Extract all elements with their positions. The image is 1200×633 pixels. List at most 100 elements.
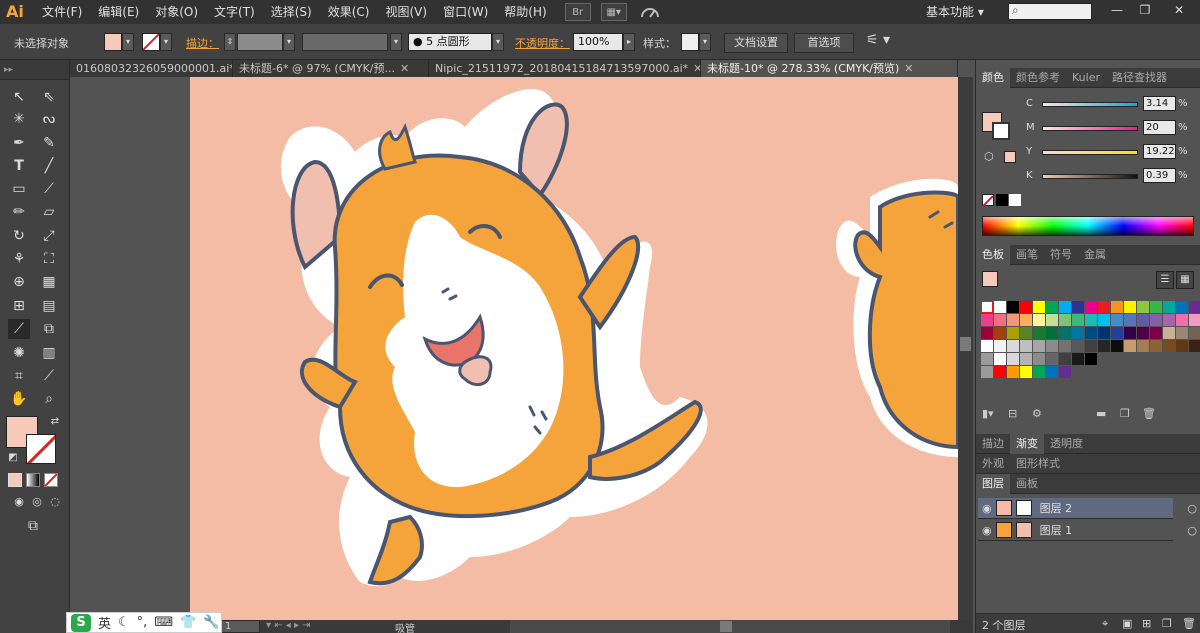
swatch-cell[interactable] (1176, 366, 1188, 378)
swatch-cell[interactable] (1137, 353, 1149, 365)
swatch-cell[interactable] (1189, 340, 1200, 352)
swatch-cell[interactable] (1007, 327, 1019, 339)
swatch-cell[interactable] (1072, 314, 1084, 326)
stroke-weight-dropdown[interactable]: ▾ (283, 33, 295, 51)
swatch-cell[interactable] (1189, 366, 1200, 378)
symbol-sprayer-tool-icon[interactable]: ✺ (8, 343, 30, 363)
swatch-cell[interactable] (1111, 327, 1123, 339)
scale-tool-icon[interactable]: ⤢ (38, 226, 60, 246)
swatch-cell[interactable] (1163, 353, 1175, 365)
swatch-cell[interactable] (1124, 366, 1136, 378)
swatch-options-icon[interactable]: ⚙ (1032, 407, 1042, 420)
swatch-cell[interactable] (1137, 340, 1149, 352)
visibility-eye-icon[interactable]: ◉ (982, 502, 992, 515)
tab-document-3[interactable]: Nipic_21511972_20180415184713597000.ai* ✕ (429, 60, 701, 77)
locate-object-icon[interactable]: ⌖ (1102, 617, 1108, 631)
canvas[interactable] (70, 77, 958, 620)
swatch-grid[interactable] (981, 301, 1200, 378)
artboard-tool-icon[interactable]: ⌗ (8, 366, 30, 386)
panel-stroke-swatch[interactable] (992, 122, 1010, 140)
tab-color-guide[interactable]: 颜色参考 (1010, 68, 1066, 88)
y-value-field[interactable]: 19.22 (1143, 144, 1176, 159)
swatch-cell[interactable] (1085, 340, 1097, 352)
swatch-cell[interactable] (1150, 340, 1162, 352)
list-view-icon[interactable]: ☰ (1156, 271, 1174, 289)
color-spectrum[interactable] (982, 216, 1194, 236)
tab-gradient[interactable]: 渐变 (1010, 433, 1044, 454)
tab-appearance[interactable]: 外观 (976, 454, 1010, 474)
brush-dropdown[interactable]: ▾ (492, 33, 504, 51)
new-group-icon[interactable]: ▬ (1096, 407, 1106, 420)
swatch-cell[interactable] (1124, 327, 1136, 339)
paintbrush-tool-icon[interactable]: ⟋ (38, 179, 60, 199)
tools-icon[interactable]: 🔧 (203, 615, 219, 630)
tab-color[interactable]: 颜色 (976, 67, 1010, 88)
tab-document-1[interactable]: 01608032326059000001.ai*✕ (70, 60, 233, 77)
k-slider[interactable] (1042, 174, 1138, 179)
menu-edit[interactable]: 编辑(E) (90, 0, 147, 24)
new-swatch-icon[interactable]: ❐ (1120, 407, 1130, 420)
swatch-cell[interactable] (1059, 366, 1071, 378)
swatch-cell[interactable] (1176, 327, 1188, 339)
tab-transparency[interactable]: 透明度 (1044, 434, 1089, 454)
menu-file[interactable]: 文件(F) (34, 0, 90, 24)
c-value-field[interactable]: 3.14 (1143, 96, 1176, 111)
swatch-group-folder-icon[interactable] (981, 366, 993, 378)
swatch-cell[interactable] (1046, 314, 1058, 326)
isolate-icon[interactable]: ⚟ ▾ (866, 32, 890, 48)
swatch-cell[interactable] (1150, 366, 1162, 378)
swatch-cell[interactable] (1020, 366, 1032, 378)
graphic-style-swatch[interactable] (681, 33, 699, 51)
m-value-field[interactable]: 20 (1143, 120, 1176, 135)
swatch-cell[interactable] (1007, 301, 1019, 313)
free-transform-tool-icon[interactable]: ⛶ (38, 249, 60, 269)
tools-grip[interactable]: ▸▸ (0, 60, 69, 80)
swatch-cell[interactable] (1124, 314, 1136, 326)
swatch-cell[interactable] (1111, 353, 1123, 365)
tab-artboards[interactable]: 画板 (1010, 474, 1044, 494)
swatch-cell[interactable] (1098, 340, 1110, 352)
swatch-cell[interactable] (1098, 314, 1110, 326)
gradient-tool-icon[interactable]: ▤ (38, 296, 60, 316)
ime-toolbar[interactable]: S 英 ☾ °, ⌨ 👕 🔧 (66, 612, 222, 633)
tab-graphic-styles[interactable]: 图形样式 (1010, 454, 1066, 474)
swatch-cell[interactable] (1124, 301, 1136, 313)
search-input[interactable]: ⌕ (1008, 3, 1092, 20)
swatch-cell[interactable] (1059, 340, 1071, 352)
swatch-cell[interactable] (1046, 340, 1058, 352)
color-mode-icon[interactable] (8, 473, 22, 487)
type-tool-icon[interactable]: T (8, 156, 30, 176)
swatch-cell[interactable] (1176, 353, 1188, 365)
k-value-field[interactable]: 0.39 (1143, 168, 1176, 183)
swatch-library-icon[interactable]: ▮▾ (982, 407, 994, 420)
target-icon[interactable]: ○ (1187, 502, 1197, 515)
swatch-kind-icon[interactable]: ⊟ (1008, 407, 1017, 420)
swatch-cell[interactable] (1020, 340, 1032, 352)
black-swatch[interactable] (996, 194, 1008, 206)
visibility-eye-icon[interactable]: ◉ (982, 524, 992, 537)
magic-wand-tool-icon[interactable]: ✳ (8, 109, 30, 129)
swatch-cell[interactable] (1020, 353, 1032, 365)
column-graph-tool-icon[interactable]: ▥ (38, 343, 60, 363)
swatch-cell[interactable] (1085, 301, 1097, 313)
selection-tool-icon[interactable]: ↖ (8, 87, 30, 107)
swatch-cell[interactable] (1046, 301, 1058, 313)
swatch-cell[interactable] (994, 327, 1006, 339)
horizontal-scrollbar[interactable] (510, 620, 950, 633)
profile-dropdown[interactable]: ▾ (390, 33, 402, 51)
swatch-cell[interactable] (994, 353, 1006, 365)
swatch-cell[interactable] (1124, 353, 1136, 365)
swatch-cell[interactable] (1111, 366, 1123, 378)
swatch-cell[interactable] (1163, 340, 1175, 352)
curvature-tool-icon[interactable]: ✎ (38, 133, 60, 153)
stroke-weight-field[interactable] (237, 33, 283, 51)
swatch-group-folder-icon[interactable] (981, 353, 993, 365)
opacity-dropdown[interactable]: ▸ (623, 33, 635, 51)
draw-inside-icon[interactable]: ◌ (44, 492, 66, 512)
opacity-label[interactable]: 不透明度： (515, 35, 570, 51)
punctuation-icon[interactable]: °, (137, 615, 148, 630)
layer-row-2[interactable]: ◉ 图层 2 ○ (978, 498, 1197, 519)
layer-row-1[interactable]: ◉ 图层 1 ○ (978, 520, 1197, 541)
direct-selection-tool-icon[interactable]: ⇖ (38, 87, 60, 107)
close-button[interactable]: ✕ (1166, 2, 1192, 20)
